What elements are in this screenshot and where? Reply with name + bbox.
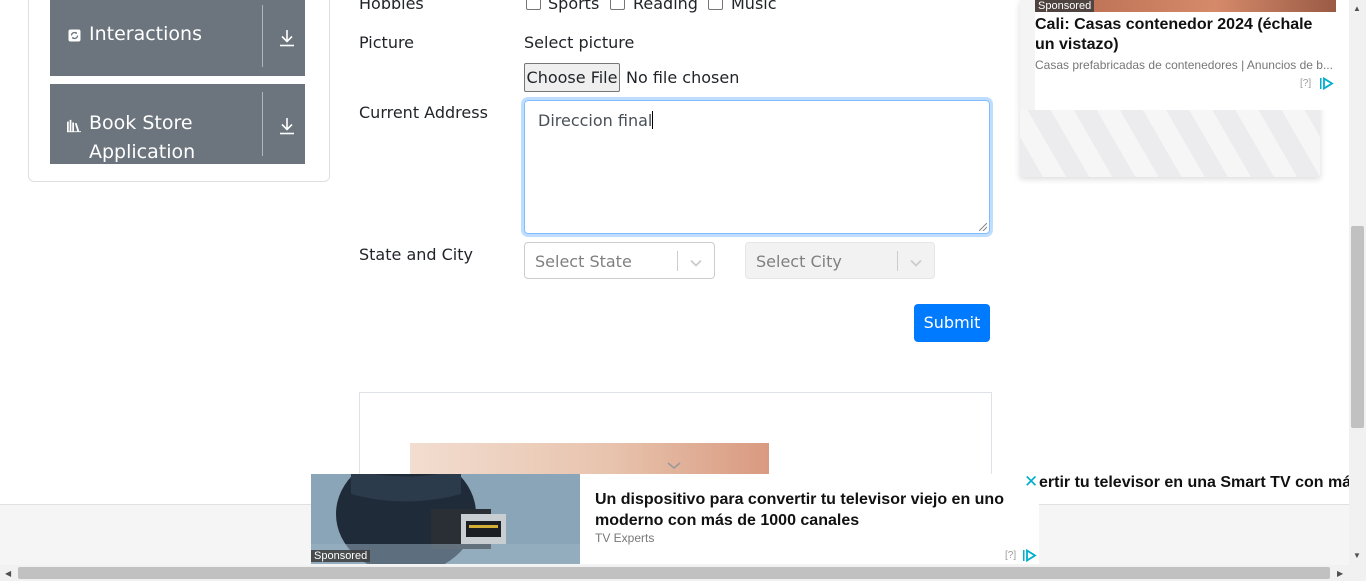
state-placeholder: Select State bbox=[535, 252, 632, 271]
group-divider bbox=[262, 5, 263, 67]
chevron-down-icon[interactable] bbox=[690, 255, 702, 267]
adchoices-icon[interactable] bbox=[1320, 76, 1334, 91]
vertical-scroll-thumb[interactable] bbox=[1351, 226, 1364, 428]
hobby-checkbox-sports[interactable] bbox=[526, 0, 541, 10]
bottom-ad-source[interactable]: TV Experts bbox=[595, 531, 654, 545]
sponsored-badge: Sponsored bbox=[311, 550, 371, 562]
hobby-label-music[interactable]: Music bbox=[731, 0, 777, 13]
hobby-checkbox-music[interactable] bbox=[708, 0, 723, 10]
hobby-checkbox-reading[interactable] bbox=[610, 0, 625, 10]
choose-file-button[interactable]: Choose File bbox=[524, 63, 620, 92]
city-placeholder: Select City bbox=[756, 252, 842, 271]
close-icon[interactable]: ✕ bbox=[1024, 472, 1038, 492]
hobbies-label: Hobbies bbox=[359, 0, 424, 13]
select-separator bbox=[677, 251, 678, 271]
hobby-label-sports[interactable]: Sports bbox=[548, 0, 599, 13]
city-select[interactable]: Select City bbox=[745, 242, 935, 279]
select-separator bbox=[897, 251, 898, 271]
chevron-down-icon[interactable] bbox=[910, 255, 922, 267]
bottom-ad-ticker[interactable]: ertir tu televisor en una Smart TV con m… bbox=[1039, 474, 1349, 492]
scroll-down-icon[interactable]: ▼ bbox=[1353, 551, 1361, 560]
picture-label: Picture bbox=[359, 33, 415, 52]
state-select[interactable]: Select State bbox=[524, 242, 715, 279]
scroll-up-icon[interactable]: ▲ bbox=[1353, 4, 1361, 13]
ad-help-link[interactable]: [?] bbox=[1005, 550, 1016, 561]
group-divider bbox=[262, 92, 263, 156]
resize-grip-icon[interactable] bbox=[979, 223, 987, 231]
download-icon[interactable] bbox=[278, 28, 296, 48]
sidebar-group-interactions[interactable]: Interactions bbox=[50, 0, 305, 76]
books-icon bbox=[67, 119, 81, 133]
scroll-right-icon[interactable]: ▶ bbox=[1337, 569, 1343, 578]
horizontal-scroll-thumb[interactable] bbox=[18, 567, 1330, 579]
sidebar-group-book-store[interactable]: Book Store Application bbox=[50, 84, 305, 164]
ad-help-link[interactable]: [?] bbox=[1300, 78, 1311, 89]
picture-hint: Select picture bbox=[524, 33, 635, 52]
file-status: No file chosen bbox=[626, 68, 740, 87]
submit-button[interactable]: Submit bbox=[914, 304, 990, 342]
scroll-left-icon[interactable]: ◀ bbox=[5, 569, 11, 578]
ad-background-pattern bbox=[1020, 110, 1320, 177]
hobby-label-reading[interactable]: Reading bbox=[633, 0, 698, 13]
side-ad-source[interactable]: Casas prefabricadas de contenedores | An… bbox=[1035, 58, 1335, 72]
sidebar-group-label: Interactions bbox=[89, 23, 202, 45]
current-address-label: Current Address bbox=[359, 103, 488, 122]
download-icon[interactable] bbox=[278, 116, 296, 136]
state-city-label: State and City bbox=[359, 245, 473, 264]
side-ad-title[interactable]: Cali: Casas contenedor 2024 (échale un v… bbox=[1035, 15, 1330, 55]
chevron-down-icon bbox=[667, 462, 681, 469]
refresh-icon bbox=[67, 28, 81, 42]
text-caret bbox=[652, 111, 654, 129]
current-address-textarea[interactable]: Direccion final bbox=[524, 100, 990, 234]
bottom-ad-title[interactable]: Un dispositivo para convertir tu televis… bbox=[595, 489, 1025, 531]
sidebar-group-label: Book Store Application bbox=[89, 112, 196, 163]
adchoices-icon[interactable] bbox=[1023, 548, 1037, 563]
sponsored-badge: Sponsored bbox=[1035, 0, 1095, 12]
textarea-value: Direccion final bbox=[538, 111, 653, 130]
